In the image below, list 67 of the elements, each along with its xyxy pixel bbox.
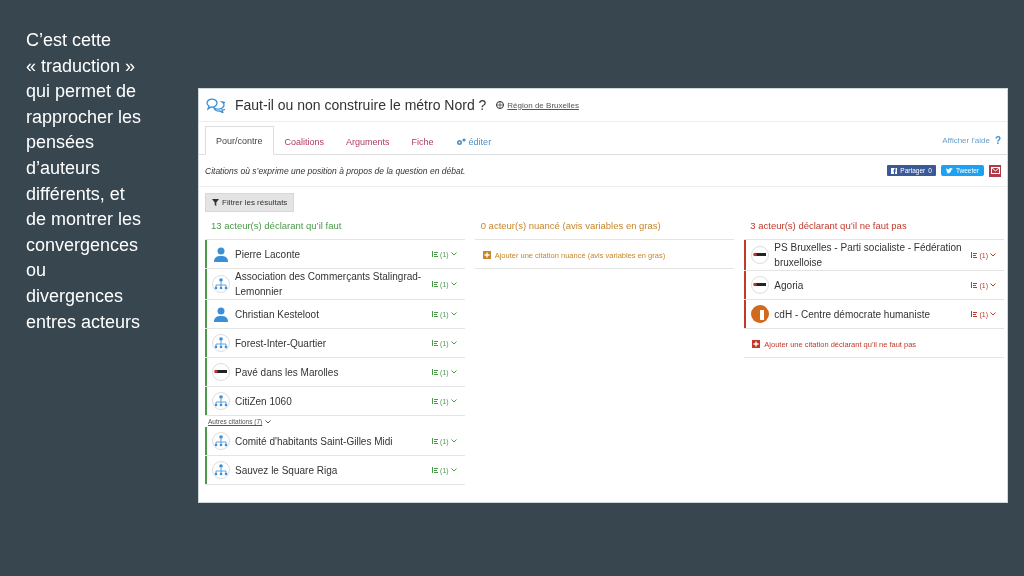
chevron-down-icon xyxy=(450,252,457,256)
help-link[interactable]: Afficher l'aide ? xyxy=(942,135,1001,146)
chevron-down-icon xyxy=(450,341,457,345)
chevron-down-icon xyxy=(450,439,457,443)
tab[interactable]: Pour/contre xyxy=(205,126,274,155)
actor-name: Association des Commerçants Stalingrad-Lemonnier xyxy=(235,270,423,299)
actor-name: Pavé dans les Marolles xyxy=(235,365,340,380)
bird-icon xyxy=(945,167,953,174)
list-icon xyxy=(432,281,439,287)
list-icon xyxy=(971,311,978,317)
person-icon xyxy=(212,245,230,263)
speech-bubbles-icon xyxy=(205,97,225,113)
actor-name: PS Bruxelles - Parti socialiste - Fédération bruxelloise xyxy=(774,241,963,270)
chevron-down-icon xyxy=(265,419,272,424)
slide-text: C’est cette « traduction » qui permet de rapprocher les pensées d’auteurs différents, et de montrer les convergences ou divergences entres acteurs xyxy=(26,29,143,334)
list-icon xyxy=(971,252,978,258)
org-chart-icon xyxy=(212,334,230,352)
filter-icon xyxy=(212,199,219,206)
chevron-down-icon xyxy=(990,283,996,287)
column-heading: 13 acteur(s) déclarant qu’il faut xyxy=(205,218,465,240)
logo-icon xyxy=(751,276,770,294)
description: Citations où s’exprime une position à propos de la question en débat. xyxy=(205,165,466,176)
column-heading: 3 acteur(s) déclarant qu’il ne faut pas xyxy=(744,218,1004,240)
actor-name: Sauvez le Square Riga xyxy=(235,463,339,478)
help-icon: ? xyxy=(994,135,1001,146)
list-icon xyxy=(432,369,439,375)
list-icon xyxy=(432,467,439,473)
actor-name: Pierre Laconte xyxy=(235,247,302,262)
tab[interactable]: Arguments xyxy=(335,127,401,155)
edit-tab[interactable]: éditer xyxy=(444,127,503,155)
actor-name: Comité d'habitants Saint-Gilles Midi xyxy=(235,434,394,449)
list-icon xyxy=(971,282,978,288)
column-heading: 0 acteur(s) nuancé (avis variables en gras) xyxy=(474,218,735,240)
page-title: Faut-il ou non construire le métro Nord ? xyxy=(235,97,487,113)
chevron-down-icon xyxy=(450,370,457,374)
chevron-down-icon xyxy=(990,312,996,316)
person-icon xyxy=(212,305,230,323)
facebook-icon xyxy=(891,167,898,174)
list-icon xyxy=(432,251,439,257)
list-icon xyxy=(432,438,439,444)
actor-name: Christian Kesteloot xyxy=(235,307,320,322)
org-chart-icon xyxy=(212,461,230,479)
logo-icon xyxy=(751,246,770,264)
filter-button[interactable]: Filtrer les résultats xyxy=(205,193,295,212)
chevron-down-icon xyxy=(450,399,457,403)
list-icon xyxy=(432,340,439,346)
list-icon xyxy=(432,398,439,404)
globe-icon xyxy=(496,101,505,109)
org-chart-icon xyxy=(212,392,230,410)
region-link[interactable]: Région de Bruxelles xyxy=(496,100,579,110)
actor-name: cdH - Centre démocrate humaniste xyxy=(774,307,931,322)
list-icon xyxy=(432,311,439,317)
actor-name: CitiZen 1060 xyxy=(235,394,293,409)
actor-name: Forest-Inter-Quartier xyxy=(235,336,328,351)
tab[interactable]: Fiche xyxy=(400,127,445,155)
email-button[interactable] xyxy=(989,164,1001,177)
logo-icon xyxy=(212,363,230,381)
chevron-down-icon xyxy=(990,253,996,257)
actor-name: Agoria xyxy=(774,278,805,293)
org-chart-icon xyxy=(212,432,230,450)
logo-icon xyxy=(751,305,770,323)
envelope-icon xyxy=(990,167,1000,174)
chevron-down-icon xyxy=(450,282,457,286)
chevron-down-icon xyxy=(450,312,457,316)
chevron-down-icon xyxy=(450,468,457,472)
org-chart-icon xyxy=(212,275,230,293)
tab[interactable]: Coalitions xyxy=(273,127,336,155)
